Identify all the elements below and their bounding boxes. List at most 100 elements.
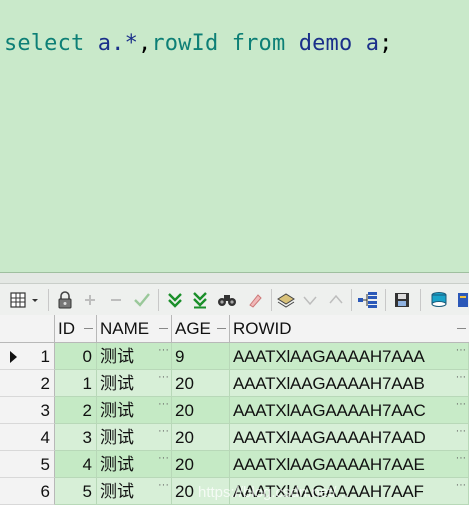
sort-ascending-icon: [329, 294, 343, 304]
save-button[interactable]: [391, 289, 413, 311]
sort-descending-icon: [303, 296, 317, 306]
cell-editor-ellipsis[interactable]: ···: [456, 424, 467, 445]
cell-rowid[interactable]: AAATXlAAGAAAAH7AAE ···: [230, 451, 469, 478]
cell-name[interactable]: 测试 ···: [97, 397, 172, 424]
cell-id[interactable]: 5: [55, 478, 97, 505]
cell-age[interactable]: 20: [172, 451, 230, 478]
sql-alias: a: [365, 31, 380, 56]
cell-name[interactable]: 测试 ···: [97, 343, 172, 370]
row-number[interactable]: 5: [0, 451, 55, 478]
result-toolbar: [0, 284, 469, 315]
cell-rowid[interactable]: AAATXlAAGAAAAH7AAC ···: [230, 397, 469, 424]
table-row[interactable]: 5 4 测试 ··· 20 AAATXlAAGAAAAH7AAE ···: [0, 451, 469, 478]
query-by-example-button[interactable]: [216, 289, 238, 311]
save-icon: [395, 293, 409, 307]
delete-record-icon: [111, 299, 121, 301]
cell-age[interactable]: 9: [172, 343, 230, 370]
add-record-button[interactable]: [80, 289, 100, 311]
cell-editor-ellipsis[interactable]: ···: [158, 451, 169, 472]
column-header-id[interactable]: ID: [55, 315, 97, 342]
table-row[interactable]: 3 2 测试 ··· 20 AAATXlAAGAAAAH7AAC ···: [0, 397, 469, 424]
cell-age[interactable]: 20: [172, 424, 230, 451]
filter-icon: [277, 293, 295, 308]
pane-splitter[interactable]: [0, 273, 469, 284]
toolbar-separator: [385, 289, 386, 311]
more-button[interactable]: [455, 289, 469, 311]
table-row[interactable]: 4 3 测试 ··· 20 AAATXlAAGAAAAH7AAD ···: [0, 424, 469, 451]
post-changes-button[interactable]: [131, 289, 153, 311]
cell-editor-ellipsis[interactable]: ···: [158, 478, 169, 499]
toolbar-separator: [420, 289, 421, 311]
tree-icon: [358, 292, 377, 308]
sql-semicolon: ;: [379, 31, 393, 56]
query-by-example-icon: [218, 295, 236, 306]
toolbar-separator: [48, 289, 49, 311]
cell-rowid[interactable]: AAATXlAAGAAAAH7AAB ···: [230, 370, 469, 397]
row-number[interactable]: 3: [0, 397, 55, 424]
sql-identifier: a.*: [97, 31, 138, 56]
cell-id[interactable]: 3: [55, 424, 97, 451]
sql-keyword-select: select: [4, 31, 85, 56]
grid-header: ID NAME AGE ROWID: [0, 315, 469, 343]
column-header-rowid[interactable]: ROWID: [230, 315, 469, 342]
post-changes-icon: [134, 293, 150, 307]
cell-id[interactable]: 4: [55, 451, 97, 478]
cell-age[interactable]: 20: [172, 370, 230, 397]
cell-editor-ellipsis[interactable]: ···: [456, 397, 467, 418]
cell-editor-ellipsis[interactable]: ···: [456, 478, 467, 499]
cell-editor-ellipsis[interactable]: ···: [158, 343, 169, 364]
delete-record-button[interactable]: [106, 289, 126, 311]
sql-keyword-rowid: rowId: [151, 31, 219, 56]
export-button[interactable]: [428, 289, 450, 311]
fetch-next-button[interactable]: [164, 289, 186, 311]
fetch-next-icon: [168, 293, 182, 308]
row-number-header[interactable]: [0, 315, 55, 342]
filter-button[interactable]: [275, 289, 297, 311]
cell-editor-ellipsis[interactable]: ···: [456, 343, 467, 364]
export-icon: [431, 292, 447, 307]
cell-rowid[interactable]: AAATXlAAGAAAAH7AAD ···: [230, 424, 469, 451]
more-icon: [458, 293, 468, 307]
clear-button[interactable]: [244, 289, 266, 311]
cell-editor-ellipsis[interactable]: ···: [158, 424, 169, 445]
cell-rowid[interactable]: AAATXlAAGAAAAH7AAA ···: [230, 343, 469, 370]
row-number[interactable]: 2: [0, 370, 55, 397]
cell-editor-ellipsis[interactable]: ···: [158, 397, 169, 418]
row-number[interactable]: 1: [0, 343, 55, 370]
add-record-icon: [85, 295, 95, 305]
sql-text[interactable]: select a.*,rowId from demo a;: [4, 31, 393, 56]
cell-age[interactable]: 20: [172, 397, 230, 424]
sort-ascending-button[interactable]: [326, 289, 346, 311]
lock-button[interactable]: [54, 289, 76, 311]
column-header-name[interactable]: NAME: [97, 315, 172, 342]
cell-id[interactable]: 2: [55, 397, 97, 424]
cell-name[interactable]: 测试 ···: [97, 370, 172, 397]
sql-table-name: demo: [298, 31, 353, 56]
row-number[interactable]: 6: [0, 478, 55, 505]
cell-name[interactable]: 测试 ···: [97, 478, 172, 505]
cell-name[interactable]: 测试 ···: [97, 451, 172, 478]
fetch-last-button[interactable]: [189, 289, 211, 311]
grid-view-button[interactable]: [8, 289, 44, 311]
cell-editor-ellipsis[interactable]: ···: [158, 370, 169, 391]
sql-keyword-from: from: [231, 31, 286, 56]
result-grid[interactable]: ID NAME AGE ROWID 1 0 测试 ··· 9 AAATXlAAGA…: [0, 315, 469, 507]
watermark: https://blog.csdn.net/...: [198, 484, 349, 501]
sort-descending-button[interactable]: [300, 289, 320, 311]
fetch-last-icon: [193, 292, 207, 309]
grid-view-icon: [10, 292, 38, 308]
cell-id[interactable]: 1: [55, 370, 97, 397]
clear-icon: [249, 294, 262, 308]
cell-id[interactable]: 0: [55, 343, 97, 370]
table-row[interactable]: 2 1 测试 ··· 20 AAATXlAAGAAAAH7AAB ···: [0, 370, 469, 397]
cell-editor-ellipsis[interactable]: ···: [456, 451, 467, 472]
sql-editor[interactable]: select a.*,rowId from demo a;: [0, 0, 469, 273]
table-row[interactable]: 1 0 测试 ··· 9 AAATXlAAGAAAAH7AAA ···: [0, 343, 469, 370]
cell-name[interactable]: 测试 ···: [97, 424, 172, 451]
column-header-age[interactable]: AGE: [172, 315, 230, 342]
cell-editor-ellipsis[interactable]: ···: [456, 370, 467, 391]
row-number[interactable]: 4: [0, 424, 55, 451]
toolbar-separator: [271, 289, 272, 311]
sql-comma: ,: [137, 31, 152, 56]
tree-view-button[interactable]: [356, 289, 380, 311]
